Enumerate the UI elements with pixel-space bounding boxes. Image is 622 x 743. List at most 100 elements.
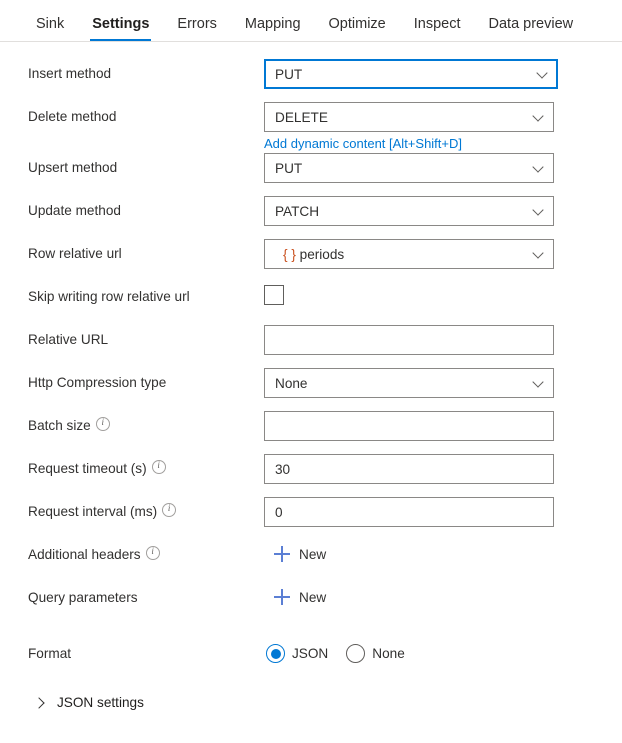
upsert-method-value: PUT	[275, 160, 303, 176]
insert-method-dropdown[interactable]: PUT	[264, 59, 558, 89]
relative-url-control	[264, 325, 622, 355]
row-relative-url-value-wrap: { } periods	[275, 247, 533, 262]
chevron-down-icon	[533, 111, 545, 123]
query-parameters-control: New	[264, 583, 622, 610]
format-label: Format	[28, 646, 72, 661]
tab-errors[interactable]: Errors	[163, 16, 230, 42]
format-radio-group: JSON None	[266, 639, 622, 663]
row-http-compression-type: Http Compression type None	[0, 368, 622, 411]
row-request-interval: Request interval (ms) 0	[0, 497, 622, 540]
info-icon[interactable]	[151, 459, 166, 474]
upsert-method-label: Upsert method	[28, 160, 118, 175]
http-compression-type-dropdown[interactable]: None	[264, 368, 554, 398]
insert-method-control: PUT	[264, 59, 622, 89]
insert-method-label: Insert method	[28, 66, 112, 81]
delete-method-label: Delete method	[28, 109, 117, 124]
request-interval-control: 0	[264, 497, 622, 527]
skip-writing-row-relative-url-label: Skip writing row relative url	[28, 289, 190, 304]
query-parameters-new-label: New	[299, 589, 327, 605]
update-method-label: Update method	[28, 203, 121, 218]
row-additional-headers: Additional headers New	[0, 540, 622, 583]
chevron-down-icon	[533, 205, 545, 217]
upsert-method-dropdown[interactable]: PUT	[264, 153, 554, 183]
row-query-parameters: Query parameters New	[0, 583, 622, 639]
radio-selected-icon	[266, 644, 285, 663]
delete-method-control: DELETE Add dynamic content [Alt+Shift+D]	[264, 102, 622, 153]
row-insert-method: Insert method PUT	[0, 59, 622, 102]
http-compression-type-control: None	[264, 368, 622, 398]
radio-unselected-icon	[346, 644, 366, 663]
chevron-down-icon	[537, 68, 549, 80]
request-timeout-input[interactable]: 30	[264, 454, 554, 484]
query-parameters-label: Query parameters	[28, 590, 138, 605]
skip-writing-row-relative-url-checkbox[interactable]	[264, 285, 284, 305]
row-relative-url-dropdown[interactable]: { } periods	[264, 239, 554, 269]
additional-headers-new-label: New	[299, 546, 327, 562]
request-timeout-control: 30	[264, 454, 622, 484]
additional-headers-control: New	[264, 540, 622, 567]
row-row-relative-url: Row relative url { } periods	[0, 239, 622, 282]
chevron-down-icon	[533, 248, 545, 260]
info-icon[interactable]	[162, 502, 177, 517]
row-relative-url-value: periods	[299, 246, 345, 262]
batch-size-label: Batch size	[28, 411, 264, 435]
add-dynamic-content-link[interactable]: Add dynamic content [Alt+Shift+D]	[264, 136, 462, 151]
chevron-down-icon	[533, 162, 545, 174]
tab-optimize[interactable]: Optimize	[315, 16, 400, 42]
additional-headers-label-text: Additional headers	[28, 547, 141, 562]
request-interval-input[interactable]: 0	[264, 497, 554, 527]
tab-mapping[interactable]: Mapping	[231, 16, 315, 42]
row-request-timeout: Request timeout (s) 30	[0, 454, 622, 497]
update-method-value: PATCH	[275, 203, 320, 219]
tab-sink[interactable]: Sink	[22, 16, 78, 42]
additional-headers-new-button[interactable]: New	[274, 546, 326, 562]
http-compression-type-label: Http Compression type	[28, 375, 167, 390]
format-option-json[interactable]: JSON	[266, 644, 328, 663]
row-update-method: Update method PATCH	[0, 196, 622, 239]
skip-writing-row-relative-url-control	[264, 282, 622, 305]
json-settings-expander[interactable]: JSON settings	[0, 695, 144, 710]
format-option-none-label: None	[372, 646, 405, 661]
row-relative-url-label: Row relative url	[28, 246, 122, 261]
info-icon[interactable]	[145, 545, 160, 560]
info-icon[interactable]	[95, 416, 110, 431]
request-timeout-label-text: Request timeout (s)	[28, 461, 147, 476]
upsert-method-control: PUT	[264, 153, 622, 183]
additional-headers-label: Additional headers	[28, 540, 264, 564]
tab-bar: Sink Settings Errors Mapping Optimize In…	[0, 0, 622, 42]
format-control: JSON None	[264, 639, 622, 663]
row-relative-url-control: { } periods	[264, 239, 622, 269]
delete-method-value: DELETE	[275, 109, 328, 125]
batch-size-control	[264, 411, 622, 441]
chevron-right-icon	[34, 697, 45, 708]
http-compression-type-value: None	[275, 375, 308, 391]
plus-icon	[274, 546, 290, 562]
row-upsert-method: Upsert method PUT	[0, 153, 622, 196]
format-option-none[interactable]: None	[346, 644, 405, 663]
relative-url-input[interactable]	[264, 325, 554, 355]
json-settings-label: JSON settings	[57, 695, 144, 710]
update-method-control: PATCH	[264, 196, 622, 226]
request-timeout-label: Request timeout (s)	[28, 454, 264, 478]
settings-form: Insert method PUT Delete method DELETE A…	[0, 42, 622, 713]
row-batch-size: Batch size	[0, 411, 622, 454]
chevron-down-icon	[533, 377, 545, 389]
dynamic-token: { }	[283, 246, 296, 262]
tab-settings[interactable]: Settings	[78, 16, 163, 42]
batch-size-label-text: Batch size	[28, 418, 91, 433]
batch-size-input[interactable]	[264, 411, 554, 441]
request-interval-label-text: Request interval (ms)	[28, 504, 158, 519]
query-parameters-new-button[interactable]: New	[274, 589, 326, 605]
row-format: Format JSON None	[0, 639, 622, 682]
row-relative-url: Relative URL	[0, 325, 622, 368]
plus-icon	[274, 589, 290, 605]
tab-inspect[interactable]: Inspect	[400, 16, 475, 42]
tab-data-preview[interactable]: Data preview	[475, 16, 588, 42]
delete-method-dropdown[interactable]: DELETE	[264, 102, 554, 132]
row-delete-method: Delete method DELETE Add dynamic content…	[0, 102, 622, 153]
format-option-json-label: JSON	[292, 646, 329, 661]
insert-method-value: PUT	[275, 66, 303, 82]
request-interval-label: Request interval (ms)	[28, 497, 264, 521]
row-skip-writing-row-relative-url: Skip writing row relative url	[0, 282, 622, 325]
update-method-dropdown[interactable]: PATCH	[264, 196, 554, 226]
